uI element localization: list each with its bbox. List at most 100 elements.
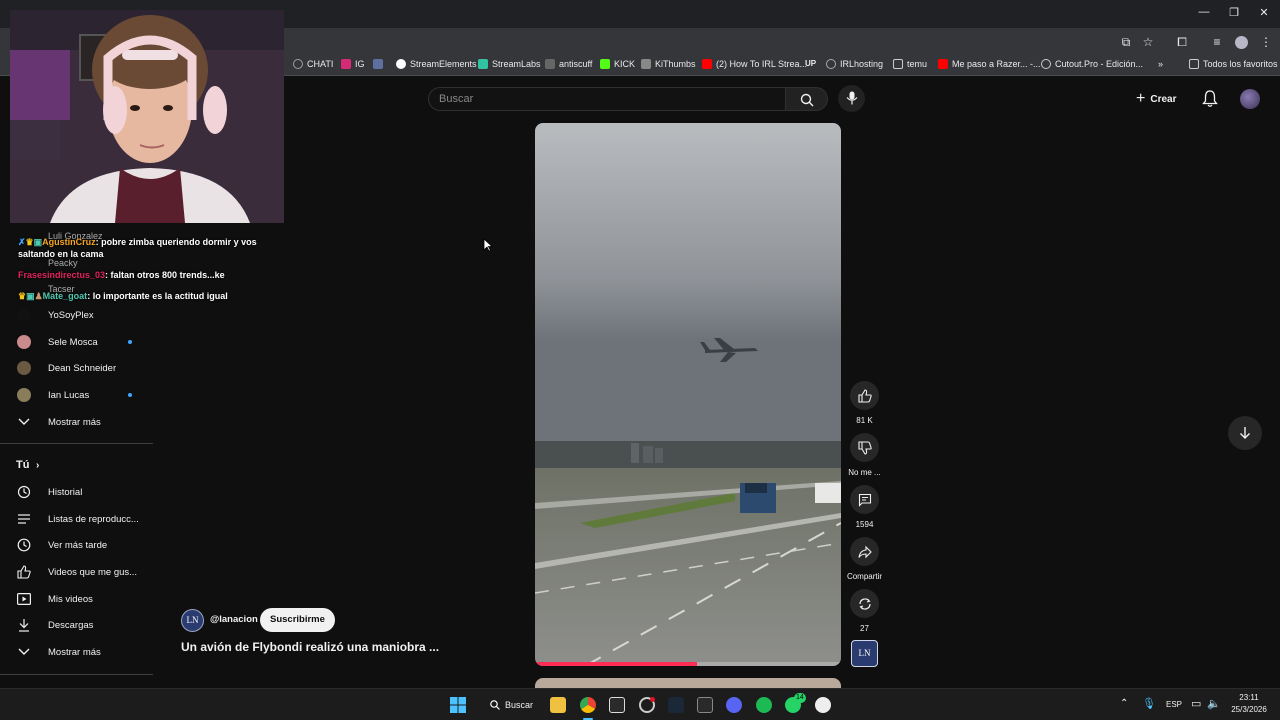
microphone-icon[interactable]: 🎙	[1142, 697, 1156, 710]
channel-avatar	[17, 308, 31, 322]
extensions-icon[interactable]: ⧠	[1175, 35, 1189, 49]
sidebar-item-playlists[interactable]: Listas de reproducc...	[0, 506, 153, 532]
next-short-button[interactable]	[1228, 416, 1262, 450]
bookmark-irlhosting[interactable]: IRLhosting	[826, 59, 883, 69]
comment-icon	[858, 493, 871, 507]
bookmark-kithumbs[interactable]: KiThumbs	[641, 59, 696, 69]
bookmarks-overflow-button[interactable]: »	[1158, 59, 1163, 69]
search-input[interactable]: Buscar	[428, 87, 786, 111]
subscribe-button[interactable]: Suscribirme	[260, 608, 335, 632]
chat-message: Frasesindirectus_03: faltan otros 800 tr…	[18, 270, 225, 280]
plus-icon: +	[1136, 90, 1146, 107]
bookmark-star-icon[interactable]: ☆	[1141, 35, 1155, 49]
create-button[interactable]: + Crear	[1136, 88, 1176, 110]
profile-avatar[interactable]	[1235, 36, 1248, 49]
sidebar-you-header[interactable]: Tú ›	[0, 452, 153, 478]
sidebar-item-history[interactable]: Historial	[0, 479, 153, 505]
bookmark-temu[interactable]: temu	[893, 59, 927, 69]
youtube-icon	[938, 59, 948, 69]
bookmark-antiscuff[interactable]: antiscuff	[545, 59, 592, 69]
bookmark-how-to-irl[interactable]: (2) How To IRL Strea...	[702, 59, 807, 69]
clock-time[interactable]: 23:11	[1230, 693, 1268, 702]
search-button[interactable]	[786, 87, 828, 111]
sidebar-item-label: Mis videos	[48, 593, 93, 605]
epic-games-icon[interactable]	[697, 697, 713, 713]
bookmark-chart[interactable]	[373, 59, 383, 69]
all-bookmarks-folder[interactable]: Todos los favoritos	[1189, 59, 1278, 69]
bookmark-kick[interactable]: KICK	[600, 59, 635, 69]
remix-button[interactable]	[850, 589, 879, 618]
chevron-down-icon	[17, 415, 31, 429]
like-button[interactable]	[850, 381, 879, 410]
bookmark-razer[interactable]: Me paso a Razer... -...	[938, 59, 1041, 69]
bookmark-streamelements[interactable]: StreamElements	[396, 59, 477, 69]
sidebar-show-more-subscriptions[interactable]: Mostrar más	[0, 409, 153, 435]
youtube-icon	[702, 59, 712, 69]
install-app-icon[interactable]: ⧉	[1119, 35, 1133, 49]
sidebar-item-label: Sele Mosca	[48, 336, 98, 348]
comments-button[interactable]	[850, 485, 879, 514]
discord-icon[interactable]	[726, 697, 742, 713]
sidebar-item-liked-videos[interactable]: Videos que me gus...	[0, 559, 153, 585]
browser-menu-icon[interactable]: ⋮	[1259, 35, 1273, 49]
voice-search-button[interactable]	[838, 85, 865, 112]
video-progress-track[interactable]	[535, 662, 841, 666]
chat-username: Mate_goat	[42, 291, 88, 301]
chevron-up-icon[interactable]: ⌃	[1120, 698, 1128, 709]
sidebar-item-downloads[interactable]: Descargas	[0, 612, 153, 638]
file-explorer-icon[interactable]	[550, 697, 566, 713]
chat-message: ✗♛▣AgustinCruz: pobre zimba queriendo do…	[18, 237, 257, 259]
folder-icon	[893, 59, 903, 69]
network-icon[interactable]: ▭	[1191, 697, 1201, 710]
kick-icon	[600, 59, 610, 69]
minimize-button[interactable]: —	[1196, 6, 1212, 18]
taskbar-search[interactable]: Buscar	[482, 694, 540, 716]
notification-dot	[650, 697, 655, 702]
windows-start-icon[interactable]	[450, 697, 466, 713]
steam-icon[interactable]	[668, 697, 684, 713]
volume-icon[interactable]: 🔈	[1207, 697, 1221, 710]
sound-channel-thumbnail[interactable]: LN	[851, 640, 878, 667]
close-window-button[interactable]: ✕	[1256, 6, 1272, 19]
sidebar-subscription-ian-lucas[interactable]: Ian Lucas	[0, 382, 153, 408]
share-button[interactable]	[850, 537, 879, 566]
chat-badge-icon: ♛	[18, 291, 27, 301]
chrome-icon[interactable]	[580, 697, 596, 713]
taskbar-search-label: Buscar	[505, 700, 534, 710]
bookmark-up[interactable]: UP	[805, 59, 816, 68]
cutout-app-icon[interactable]	[815, 697, 831, 713]
spotify-icon[interactable]	[756, 697, 772, 713]
whatsapp-badge: 14	[794, 693, 806, 703]
bookmark-ig[interactable]: IG	[341, 59, 365, 69]
notifications-bell-icon[interactable]	[1202, 90, 1218, 108]
capcut-icon[interactable]	[609, 697, 625, 713]
media-control-icon[interactable]: ≡	[1210, 35, 1224, 49]
sidebar-subscription-yosoyplex[interactable]: YoSoyPlex	[0, 302, 153, 328]
channel-avatar[interactable]: LN	[181, 609, 204, 632]
sidebar-divider	[0, 443, 153, 444]
dislike-button[interactable]	[850, 433, 879, 462]
channel-handle[interactable]: @lanacion	[210, 614, 258, 625]
sidebar-subscription-dean-schneider[interactable]: Dean Schneider	[0, 355, 153, 381]
bookmark-cutout[interactable]: Cutout.Pro - Edición...	[1041, 59, 1143, 69]
search-icon	[800, 93, 814, 107]
bookmark-label: IG	[355, 59, 365, 69]
short-video-player[interactable]	[535, 123, 841, 666]
share-icon	[857, 545, 872, 558]
bookmark-chati[interactable]: CHATI	[293, 59, 333, 69]
language-indicator[interactable]: ESP	[1166, 700, 1182, 709]
short-title[interactable]: Un avión de Flybondi realizó una maniobr…	[181, 640, 439, 654]
clock-date[interactable]: 25/3/2026	[1226, 705, 1272, 714]
account-avatar[interactable]	[1240, 89, 1260, 109]
sidebar-subscription-sele-mosca[interactable]: Sele Mosca	[0, 329, 153, 355]
sidebar-item-label: Historial	[48, 486, 83, 498]
sidebar-item-watch-later[interactable]: Ver más tarde	[0, 532, 153, 558]
video-frame	[535, 123, 841, 666]
chevron-right-icon: ›	[36, 459, 40, 471]
maximize-button[interactable]: ❐	[1226, 6, 1242, 19]
video-progress-fill	[535, 662, 698, 666]
thumbs-down-icon	[857, 440, 872, 455]
bookmark-streamlabs[interactable]: StreamLabs	[478, 59, 541, 69]
sidebar-show-more-you[interactable]: Mostrar más	[0, 639, 153, 665]
sidebar-item-my-videos[interactable]: Mis videos	[0, 586, 153, 612]
